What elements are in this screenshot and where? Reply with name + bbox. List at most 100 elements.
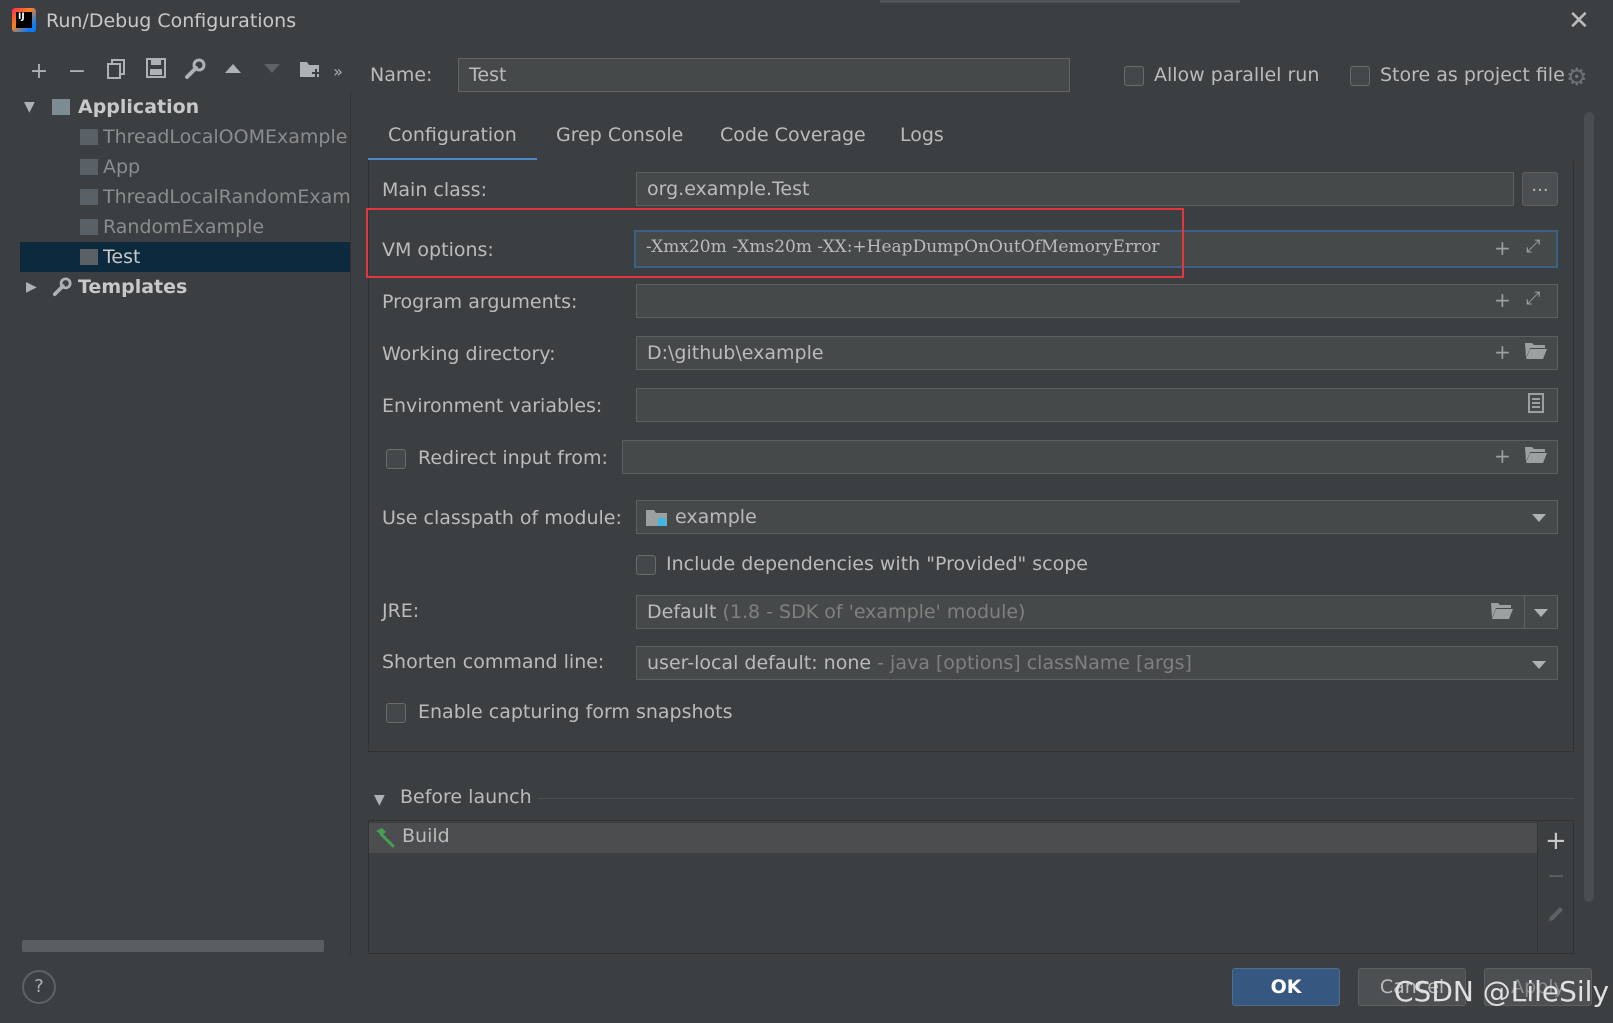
expand-editor-icon[interactable]: ⤢	[1526, 288, 1540, 309]
move-down-icon[interactable]	[257, 58, 287, 86]
environment-variables-label: Environment variables:	[382, 395, 603, 417]
program-arguments-label: Program arguments:	[382, 291, 578, 313]
tab-grep-console[interactable]: Grep Console	[556, 112, 683, 158]
include-provided-checkbox[interactable]	[636, 555, 656, 575]
insert-macro-plus-icon[interactable]: +	[1494, 444, 1511, 468]
chevron-down-icon[interactable]	[1532, 514, 1546, 522]
expand-right-icon[interactable]: ▶	[26, 272, 37, 302]
window-title: Run/Debug Configurations	[46, 10, 297, 32]
shorten-command-line-select[interactable]: user-local default: none - java [options…	[636, 646, 1558, 680]
tree-node-label: Templates	[78, 276, 188, 298]
insert-macro-plus-icon[interactable]: +	[1494, 340, 1511, 364]
form-snapshots-checkbox[interactable]	[386, 703, 406, 723]
application-config-icon	[80, 159, 98, 175]
redirect-input-field[interactable]	[622, 440, 1558, 474]
expand-editor-icon[interactable]: ⤢	[1526, 236, 1540, 257]
tree-item-label: App	[103, 156, 141, 178]
move-up-icon[interactable]	[218, 58, 248, 86]
tab-code-coverage[interactable]: Code Coverage	[720, 112, 866, 158]
shorten-value: user-local default: none	[647, 652, 872, 674]
add-task-icon[interactable]: +	[1545, 826, 1567, 856]
redirect-input-checkbox[interactable]	[386, 449, 406, 469]
main-class-field[interactable]: org.example.Test	[636, 172, 1514, 206]
remove-icon[interactable]: −	[62, 58, 92, 86]
more-actions-icon[interactable]: »	[328, 58, 348, 86]
tree-item[interactable]: App	[20, 152, 350, 182]
tree-node-application[interactable]: ▼ Application	[20, 92, 350, 122]
expand-down-icon[interactable]: ▼	[24, 92, 35, 122]
working-directory-field[interactable]: D:\github\example	[636, 336, 1558, 370]
panel-vertical-scrollbar[interactable]	[1584, 112, 1594, 902]
application-config-icon	[80, 219, 98, 235]
jre-value: Default	[647, 601, 717, 623]
redirect-input-label: Redirect input from:	[418, 447, 608, 469]
form-snapshots-label: Enable capturing form snapshots	[418, 701, 733, 723]
tab-bar: Configuration Grep Console Code Coverage…	[368, 112, 1575, 162]
shorten-command-line-label: Shorten command line:	[382, 651, 605, 673]
allow-parallel-run-checkbox[interactable]	[1124, 66, 1144, 86]
tree-item[interactable]: ThreadLocalRandomExamp	[20, 182, 350, 212]
tree-node-label: Application	[78, 96, 200, 118]
before-launch-item[interactable]	[369, 823, 1537, 853]
expand-plus-icon[interactable]: +	[1494, 236, 1511, 260]
before-launch-label: Before launch	[400, 786, 532, 808]
store-project-file-checkbox[interactable]	[1350, 66, 1370, 86]
hammer-icon	[372, 827, 396, 854]
add-icon[interactable]: +	[24, 58, 54, 86]
ok-button[interactable]: OK	[1232, 968, 1340, 1006]
browse-main-class-button[interactable]: ...	[1522, 172, 1558, 206]
tree-item[interactable]: RandomExample	[20, 212, 350, 242]
classpath-module-select[interactable]: example	[636, 500, 1558, 534]
tree-item-label: ThreadLocalRandomExamp	[103, 186, 350, 208]
include-provided-label: Include dependencies with "Provided" sco…	[666, 553, 1088, 575]
vm-options-field[interactable]: -Xmx20m -Xms20m -XX:+HeapDumpOnOutOfMemo…	[634, 230, 1558, 268]
tree-item-label: Test	[103, 246, 141, 268]
tree-item-selected[interactable]: Test	[20, 242, 350, 272]
folder-open-icon[interactable]	[1490, 600, 1514, 625]
tab-logs[interactable]: Logs	[900, 112, 944, 158]
edit-list-icon[interactable]	[1528, 393, 1544, 418]
close-icon[interactable]: ✕	[1568, 6, 1590, 36]
name-input[interactable]: Test	[458, 58, 1070, 92]
application-config-icon	[80, 249, 98, 265]
gear-icon[interactable]: ⚙	[1566, 65, 1588, 89]
apply-button[interactable]: Apply	[1484, 968, 1592, 1006]
tab-configuration[interactable]: Configuration	[368, 112, 537, 162]
jre-hint: (1.8 - SDK of 'example' module)	[722, 601, 1026, 623]
folder-open-icon[interactable]	[1524, 444, 1548, 469]
save-icon[interactable]	[141, 58, 171, 86]
tree-item-label: RandomExample	[103, 216, 265, 238]
tree-item[interactable]: ThreadLocalOOMExample	[20, 122, 350, 152]
chevron-down-icon[interactable]	[1532, 661, 1546, 669]
remove-task-icon[interactable]: −	[1547, 864, 1565, 889]
folder-open-icon[interactable]	[1524, 340, 1548, 365]
cancel-button[interactable]: Cancel	[1358, 968, 1466, 1006]
application-config-icon	[80, 189, 98, 205]
allow-parallel-run-label: Allow parallel run	[1154, 64, 1320, 86]
application-config-icon	[52, 99, 70, 115]
edit-task-icon[interactable]	[1546, 904, 1566, 929]
wrench-icon	[52, 276, 72, 306]
tree-horizontal-scrollbar[interactable]	[22, 940, 324, 952]
help-button[interactable]: ?	[22, 970, 56, 1004]
name-label: Name:	[370, 64, 433, 86]
chevron-down-icon[interactable]	[1534, 609, 1548, 617]
wrench-icon[interactable]	[180, 58, 210, 86]
environment-variables-field[interactable]	[636, 388, 1558, 422]
vm-options-label: VM options:	[382, 239, 494, 261]
jre-select[interactable]: Default (1.8 - SDK of 'example' module)	[636, 595, 1526, 629]
classpath-module-label: Use classpath of module:	[382, 507, 622, 529]
section-divider	[538, 798, 1574, 799]
main-class-label: Main class:	[382, 179, 487, 201]
store-project-file-label: Store as project file	[1380, 64, 1565, 86]
tree-item-label: ThreadLocalOOMExample	[103, 126, 348, 148]
new-folder-icon[interactable]	[296, 58, 326, 86]
before-launch-item-label: Build	[402, 825, 450, 847]
tree-node-templates[interactable]: ▶ Templates	[20, 272, 350, 302]
collapse-down-icon[interactable]: ▼	[374, 792, 385, 808]
title-bar-divider	[880, 0, 1240, 3]
intellij-app-icon: IJ	[12, 8, 36, 32]
program-arguments-field[interactable]	[636, 284, 1558, 318]
copy-icon[interactable]	[102, 58, 132, 86]
expand-plus-icon[interactable]: +	[1494, 288, 1511, 312]
